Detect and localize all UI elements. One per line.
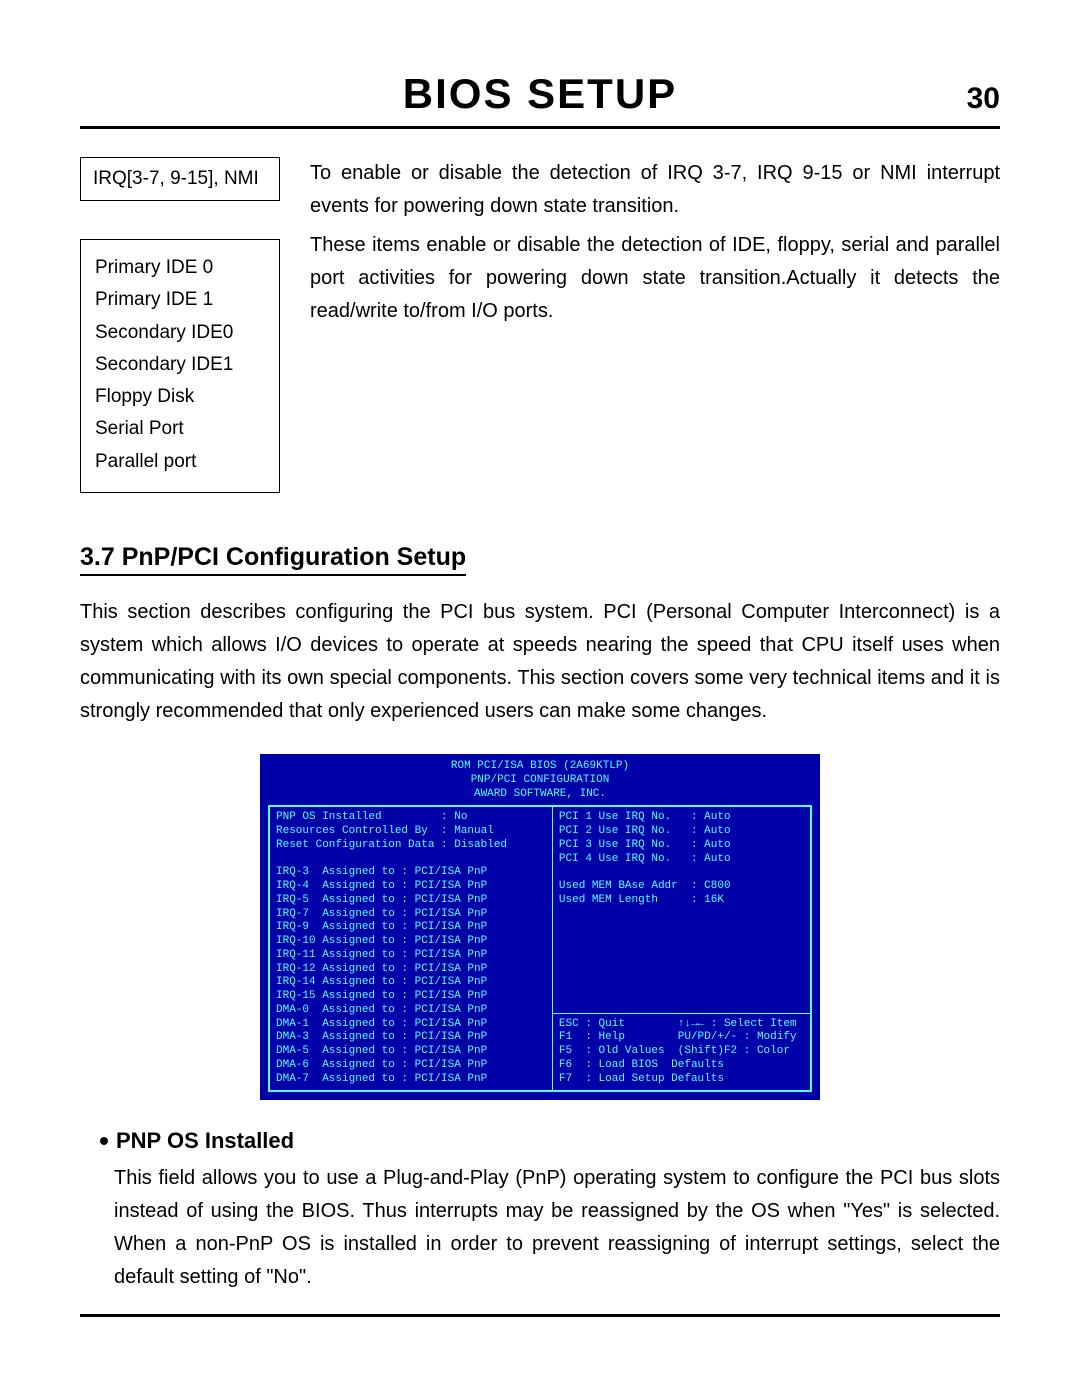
bios-header-line: ROM PCI/ISA BIOS (2A69KTLP) [268, 760, 812, 774]
bios-body: PNP OS Installed : No Resources Controll… [268, 805, 812, 1092]
list-item: Floppy Disk [95, 381, 265, 413]
bios-header-line: PNP/PCI CONFIGURATION [268, 774, 812, 788]
bios-header: ROM PCI/ISA BIOS (2A69KTLP) PNP/PCI CONF… [268, 760, 812, 801]
section-text-3-7: This section describes configuring the P… [80, 596, 1000, 728]
list-item: Primary IDE 1 [95, 284, 265, 316]
list-item: Parallel port [95, 446, 265, 478]
bios-right-bottom: ESC : Quit ↑↓→← : Select Item F1 : Help … [553, 1013, 810, 1091]
page-title: BIOS SETUP [403, 70, 677, 118]
footer-rule [80, 1314, 1000, 1317]
bios-header-line: AWARD SOFTWARE, INC. [268, 788, 812, 802]
paragraph-ide: These items enable or disable the detect… [310, 229, 1000, 328]
bullet-icon [100, 1137, 108, 1145]
document-page: BIOS SETUP 30 IRQ[3-7, 9-15], NMI Primar… [0, 0, 1080, 1397]
list-item: Primary IDE 0 [95, 252, 265, 284]
list-item: Serial Port [95, 413, 265, 445]
subsection-text-pnp: This field allows you to use a Plug-and-… [114, 1162, 1000, 1294]
bios-right-panel: PCI 1 Use IRQ No. : Auto PCI 2 Use IRQ N… [552, 807, 810, 1090]
subsection-title-text: PNP OS Installed [116, 1128, 294, 1153]
section-heading-3-7: 3.7 PnP/PCI Configuration Setup [80, 543, 466, 576]
page-number: 30 [967, 82, 1000, 116]
irq-box-text: IRQ[3-7, 9-15], NMI [93, 168, 259, 189]
right-column: To enable or disable the detection of IR… [310, 157, 1000, 493]
list-item: Secondary IDE0 [95, 317, 265, 349]
bios-left-panel: PNP OS Installed : No Resources Controll… [270, 807, 552, 1090]
irq-box: IRQ[3-7, 9-15], NMI [80, 157, 280, 201]
device-list-box: Primary IDE 0 Primary IDE 1 Secondary ID… [80, 239, 280, 493]
left-column: IRQ[3-7, 9-15], NMI Primary IDE 0 Primar… [80, 157, 280, 493]
paragraph-irq: To enable or disable the detection of IR… [310, 157, 1000, 223]
page-header: BIOS SETUP 30 [80, 70, 1000, 129]
list-item: Secondary IDE1 [95, 349, 265, 381]
top-section: IRQ[3-7, 9-15], NMI Primary IDE 0 Primar… [80, 157, 1000, 493]
bios-right-top: PCI 1 Use IRQ No. : Auto PCI 2 Use IRQ N… [553, 807, 810, 1012]
bios-screenshot: ROM PCI/ISA BIOS (2A69KTLP) PNP/PCI CONF… [260, 754, 820, 1100]
subsection-heading-pnp: PNP OS Installed [100, 1128, 1000, 1154]
